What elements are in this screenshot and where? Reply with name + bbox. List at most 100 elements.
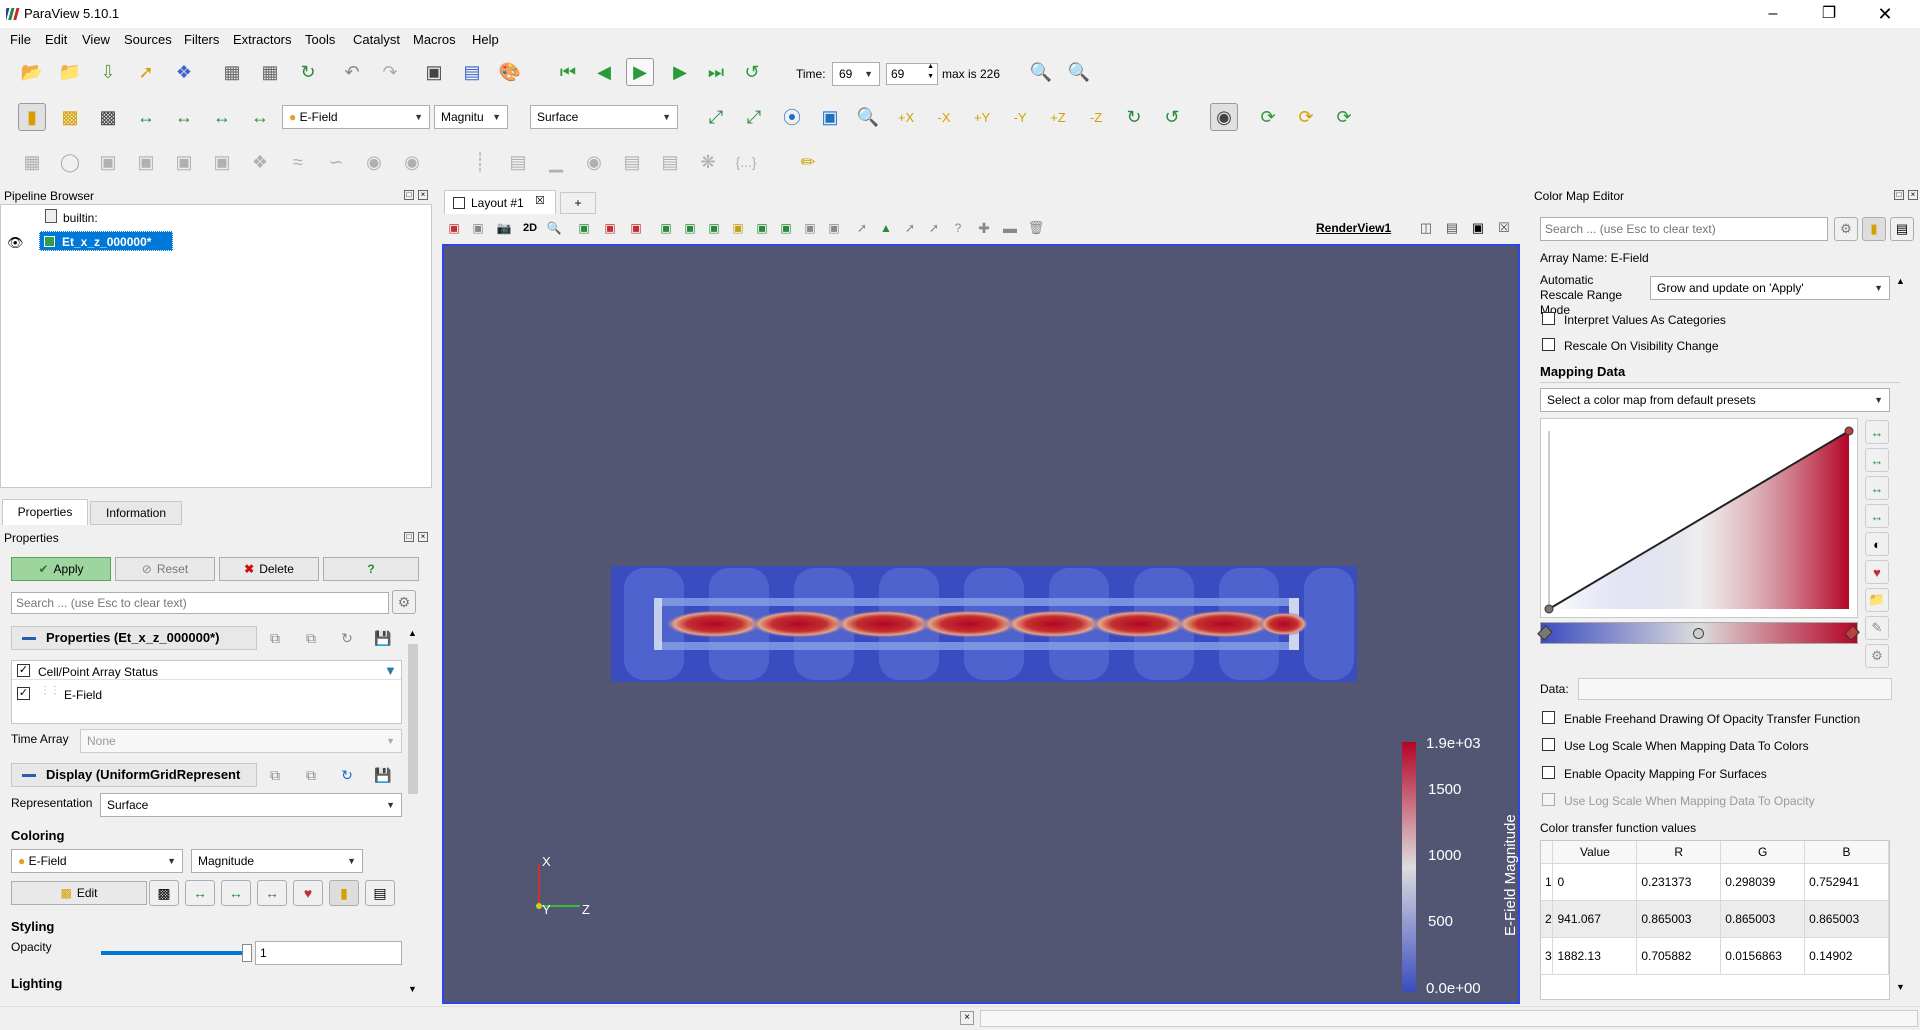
view-minus-y-icon[interactable]: -Y: [1006, 103, 1034, 131]
hover-cells-icon[interactable]: ▣: [750, 216, 774, 240]
add-selection-icon[interactable]: ✚: [972, 216, 996, 240]
use-separate-color-map-icon[interactable]: ▩: [94, 103, 122, 131]
select-path-icon[interactable]: ➚: [922, 216, 946, 240]
row-r[interactable]: 0.865003: [1636, 900, 1722, 938]
connect-icon[interactable]: ➚: [132, 58, 160, 86]
minimize-button[interactable]: –: [1750, 0, 1796, 28]
edit-color-map-icon[interactable]: ▩: [56, 103, 84, 131]
close-properties-icon[interactable]: ×: [418, 532, 428, 542]
edit-legend-icon[interactable]: ▤: [365, 880, 395, 906]
float-properties-icon[interactable]: □: [404, 532, 414, 542]
cme-legend-icon[interactable]: ▮: [1862, 217, 1886, 241]
zoom-to-data-icon[interactable]: ⤢: [740, 103, 768, 131]
apply-button[interactable]: ✔ Apply: [11, 557, 111, 581]
edit-colormap-button[interactable]: ▩ Edit: [11, 881, 147, 905]
capture-icon[interactable]: ▣: [442, 216, 466, 240]
save-display-icon[interactable]: 💾: [370, 762, 396, 788]
screenshot-icon[interactable]: 📷: [492, 216, 516, 240]
maximize-button[interactable]: ❐: [1806, 0, 1852, 28]
probe-icon[interactable]: ◉: [580, 148, 608, 176]
clear-selection-icon[interactable]: ▣: [822, 216, 846, 240]
extract-level-icon[interactable]: ◉: [398, 148, 426, 176]
warp-by-vector-icon[interactable]: ∽: [322, 148, 350, 176]
float-cme-icon[interactable]: □: [1894, 190, 1904, 200]
delete-button[interactable]: ✖ Delete: [219, 557, 319, 581]
stream-tracer-icon[interactable]: ≈: [284, 148, 312, 176]
subtract-selection-icon[interactable]: ▬: [998, 216, 1022, 240]
paste-properties-icon[interactable]: ⧉: [298, 625, 324, 651]
save-state-icon[interactable]: ▦: [218, 58, 246, 86]
select-line-icon[interactable]: ➚: [850, 216, 874, 240]
row-b[interactable]: 0.865003: [1804, 900, 1889, 938]
slice-icon[interactable]: ▣: [132, 148, 160, 176]
menu-help[interactable]: Help: [472, 32, 499, 47]
float-panel-icon[interactable]: □: [404, 190, 414, 200]
log-opacity-checkbox[interactable]: [1542, 793, 1555, 806]
threshold-icon[interactable]: ▣: [170, 148, 198, 176]
view-minus-x-icon[interactable]: -X: [930, 103, 958, 131]
row-r[interactable]: 0.231373: [1636, 863, 1722, 901]
contour-icon[interactable]: ◯: [56, 148, 84, 176]
restore-display-icon[interactable]: ↻: [334, 762, 360, 788]
python-calculator-icon[interactable]: ▤: [656, 148, 684, 176]
row-value[interactable]: 941.067: [1552, 900, 1638, 938]
select-query-icon[interactable]: ?: [946, 216, 970, 240]
save-defaults-icon[interactable]: 💾: [370, 625, 396, 651]
maximize-view-icon[interactable]: ▣: [1466, 216, 1490, 240]
ctf-table[interactable]: Value R G B 1 0 0.231373 0.298039 0.7529…: [1540, 840, 1890, 1000]
zoom-closest-icon[interactable]: ⦿: [778, 103, 806, 131]
row-r[interactable]: 0.705882: [1636, 937, 1722, 975]
row-value[interactable]: 1882.13: [1552, 937, 1638, 975]
redo-icon[interactable]: ↷: [376, 58, 404, 86]
freehand-checkbox[interactable]: [1542, 711, 1555, 724]
properties-section-header[interactable]: Properties (Et_x_z_000000*): [11, 626, 257, 650]
query-icon[interactable]: 🔍: [1065, 58, 1093, 86]
undo-icon[interactable]: ↶: [338, 58, 366, 86]
rescale-temporal-icon[interactable]: ↔: [257, 880, 287, 906]
interpret-categories-checkbox[interactable]: [1542, 312, 1555, 325]
coloring-array-combo[interactable]: ● E-Field ▼: [11, 849, 183, 873]
select-polygon-icon[interactable]: ▣: [702, 216, 726, 240]
rescale-range-icon[interactable]: ↔: [185, 880, 215, 906]
cme-scroll-down-icon[interactable]: ▼: [1896, 982, 1905, 992]
select-points-icon[interactable]: ▣: [598, 216, 622, 240]
help-button[interactable]: ?: [323, 557, 419, 581]
interactive-select-icon[interactable]: ▣: [678, 216, 702, 240]
row-g[interactable]: 0.298039: [1720, 863, 1806, 901]
cme-scroll-up-icon[interactable]: ▲: [1896, 276, 1905, 286]
last-frame-icon[interactable]: ⏭: [702, 58, 730, 86]
render-view-name[interactable]: RenderView1: [1316, 221, 1391, 235]
rescale-custom-icon[interactable]: ↔: [221, 880, 251, 906]
row-b[interactable]: 0.752941: [1804, 863, 1889, 901]
close-cme-icon[interactable]: ×: [1908, 190, 1918, 200]
advanced-gear-icon[interactable]: ⚙: [392, 590, 416, 614]
interaction-rotate-icon[interactable]: ⟳: [1330, 103, 1358, 131]
copy-display-icon[interactable]: ⧉: [262, 762, 288, 788]
capture-2-icon[interactable]: ▣: [466, 216, 490, 240]
show-legend-icon[interactable]: ▮: [329, 880, 359, 906]
recent-files-icon[interactable]: 📁: [56, 58, 84, 86]
cme-edit-icon[interactable]: ✎: [1865, 616, 1889, 640]
pipeline-item-selected[interactable]: Et_x_z_000000*: [39, 231, 173, 251]
layout-tab[interactable]: Layout #1 ☒: [444, 190, 556, 214]
save-data-icon[interactable]: ⇩: [94, 58, 122, 86]
plot-data-icon[interactable]: ▤: [618, 148, 646, 176]
scroll-thumb[interactable]: [408, 644, 418, 794]
representation-combo[interactable]: Surface ▼: [530, 105, 678, 129]
display-section-header[interactable]: Display (UniformGridRepresent: [11, 763, 257, 787]
next-frame-icon[interactable]: ▶: [666, 58, 694, 86]
select-frustum-icon[interactable]: ▣: [624, 216, 648, 240]
rescale-temporal-range-icon[interactable]: ↔: [208, 103, 236, 131]
disconnect-icon[interactable]: ❖: [170, 58, 198, 86]
split-vertical-icon[interactable]: ▤: [1440, 216, 1464, 240]
separate-colormap-icon[interactable]: ▩: [149, 880, 179, 906]
time-value-combo[interactable]: 69 ▼: [832, 62, 880, 86]
menu-catalyst[interactable]: Catalyst: [353, 32, 400, 47]
rotate-minus-90-icon[interactable]: ↺: [1158, 103, 1186, 131]
calculator-icon[interactable]: ▦: [18, 148, 46, 176]
first-frame-icon[interactable]: ⏮: [554, 58, 582, 86]
close-view-icon[interactable]: ☒: [1492, 216, 1516, 240]
cme-invert-icon[interactable]: ◐: [1865, 532, 1889, 556]
table-row[interactable]: 2 941.067 0.865003 0.865003 0.865003: [1541, 900, 1889, 938]
opacity-slider-handle[interactable]: [242, 944, 252, 962]
